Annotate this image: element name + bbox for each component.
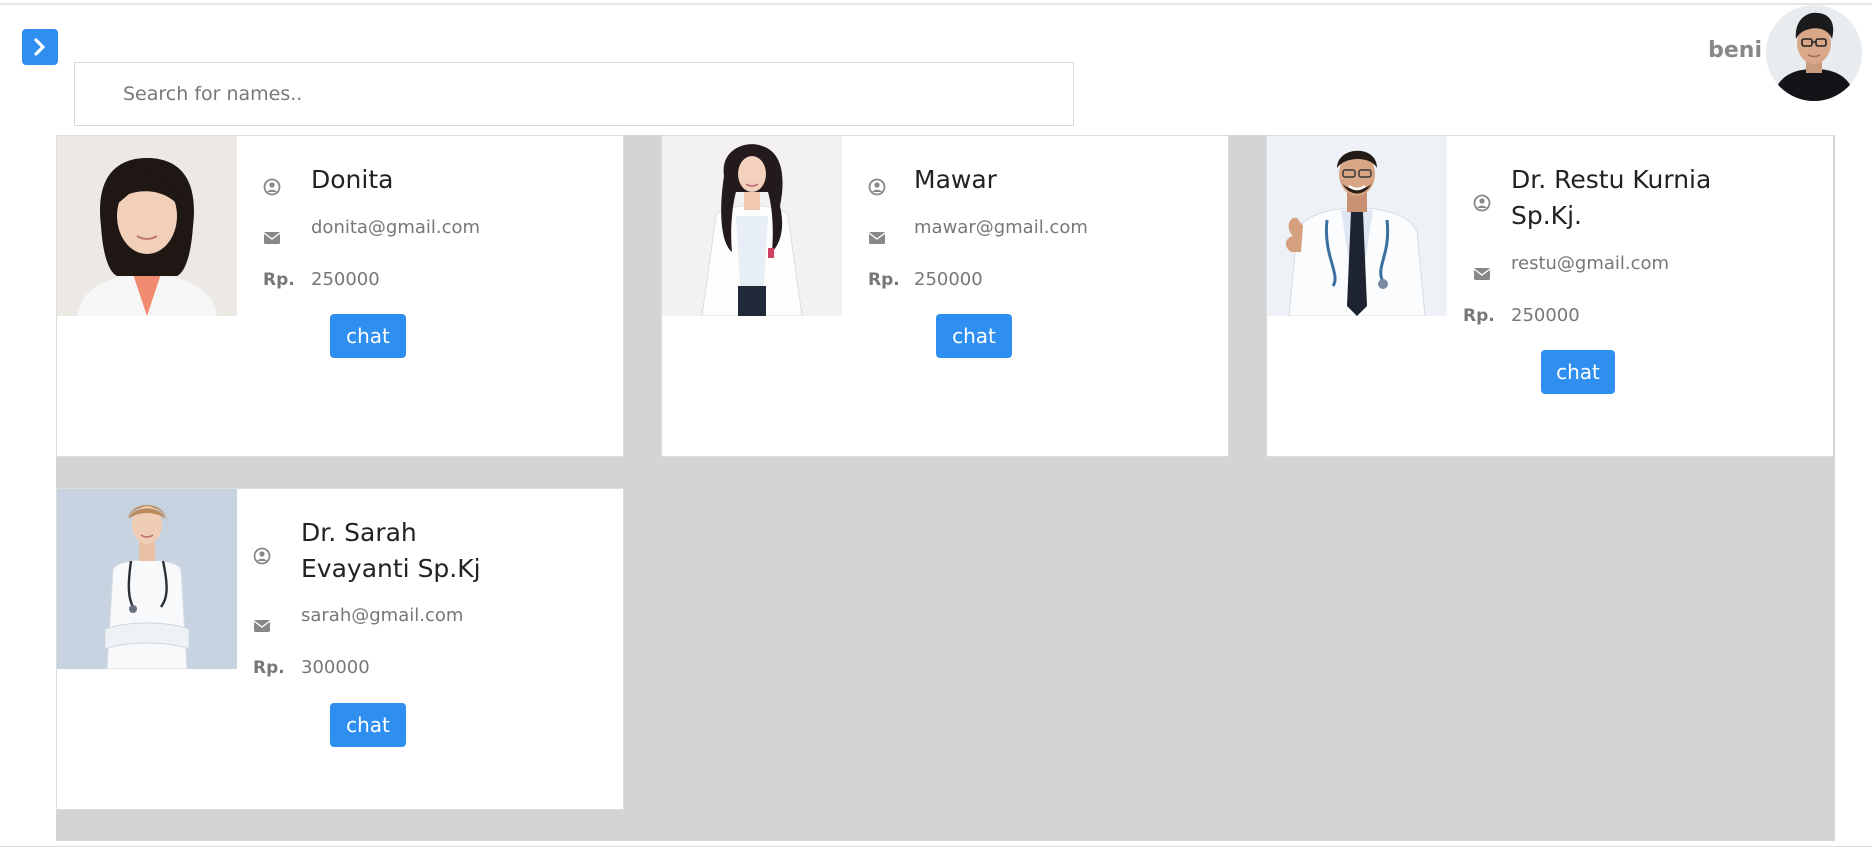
doctor-name: Mawar	[914, 165, 997, 194]
price-label: Rp.	[253, 658, 285, 678]
price-label: Rp.	[263, 270, 295, 290]
doctor-name: Dr. Restu Kurnia Sp.Kj.	[1511, 165, 1712, 230]
top-divider	[0, 3, 1872, 5]
envelope-icon	[1471, 263, 1493, 285]
user-circle-icon	[251, 545, 273, 567]
doctor-photo	[662, 136, 842, 316]
doctor-photo	[1267, 136, 1447, 316]
search-input[interactable]	[74, 62, 1074, 126]
envelope-icon	[251, 615, 273, 637]
doctor-name: Donita	[311, 165, 394, 194]
user-avatar[interactable]	[1766, 5, 1862, 101]
chat-button[interactable]: chat	[330, 314, 406, 358]
envelope-icon	[261, 227, 283, 249]
doctor-card: Dr. Restu Kurnia Sp.Kj. restu@gmail.com …	[1266, 135, 1834, 457]
chevron-right-icon	[34, 38, 45, 56]
doctor-photo	[57, 136, 237, 316]
doctor-email: sarah@gmail.com	[301, 605, 464, 626]
doctor-email: restu@gmail.com	[1511, 253, 1670, 274]
doctor-email: donita@gmail.com	[311, 217, 481, 238]
user-circle-icon	[866, 176, 888, 198]
envelope-icon	[866, 227, 888, 249]
doctor-price: 250000	[1511, 305, 1580, 326]
price-label: Rp.	[868, 270, 900, 290]
doctor-email: mawar@gmail.com	[914, 217, 1088, 238]
doctor-grid: Donita donita@gmail.com Rp. 250000 chat	[56, 135, 1835, 841]
user-name: beni	[1708, 38, 1762, 63]
user-circle-icon	[261, 176, 283, 198]
doctor-price: 250000	[914, 269, 983, 290]
bottom-divider	[0, 846, 1872, 847]
doctor-name: Dr. Sarah Evayanti Sp.Kj	[301, 518, 481, 583]
doctor-price: 300000	[301, 657, 370, 678]
chat-button[interactable]: chat	[330, 703, 406, 747]
doctor-card: Dr. Sarah Evayanti Sp.Kj sarah@gmail.com…	[56, 488, 624, 810]
chat-button[interactable]: chat	[1541, 350, 1615, 394]
doctor-card: Donita donita@gmail.com Rp. 250000 chat	[56, 135, 624, 457]
chat-button[interactable]: chat	[936, 314, 1012, 358]
doctor-card: Mawar mawar@gmail.com Rp. 250000 chat	[661, 135, 1229, 457]
doctor-price: 250000	[311, 269, 380, 290]
sidebar-toggle-button[interactable]	[22, 29, 58, 65]
doctor-photo	[57, 489, 237, 669]
user-avatar-image	[1766, 5, 1862, 101]
price-label: Rp.	[1463, 306, 1495, 326]
user-circle-icon	[1471, 192, 1493, 214]
